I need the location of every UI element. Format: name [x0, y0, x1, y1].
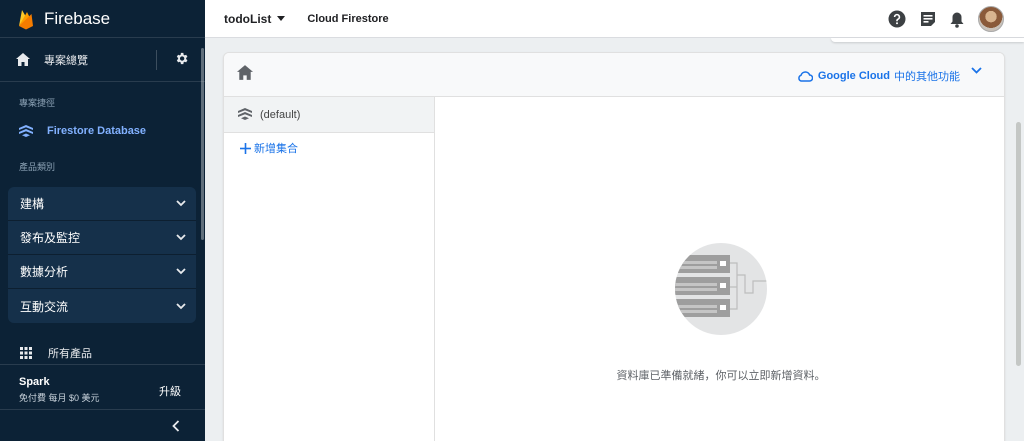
firestore-icon — [19, 124, 33, 138]
empty-database-illustration — [673, 241, 769, 337]
sidebar-item-firestore[interactable]: Firestore Database — [0, 120, 205, 142]
google-cloud-rest: 中的其他功能 — [894, 71, 960, 83]
database-label: (default) — [260, 108, 301, 121]
firestore-icon — [238, 108, 252, 121]
chevron-down-icon — [176, 268, 186, 275]
sidebar: Firebase 專案總覽 專案捷徑 Firestore Database 產品… — [0, 0, 205, 441]
sidebar-item-release-monitor[interactable]: 發布及監控 — [8, 221, 196, 255]
avatar[interactable] — [978, 6, 1004, 32]
category-label: 數據分析 — [20, 265, 69, 279]
caret-down-icon — [277, 16, 286, 21]
top-actions — [874, 6, 1004, 32]
grid-icon — [20, 347, 32, 359]
plus-icon — [240, 142, 251, 154]
divider — [156, 50, 157, 70]
all-products-label: 所有產品 — [48, 348, 92, 360]
empty-state-message: 資料庫已準備就緒，你可以立即新增資料。 — [616, 370, 826, 382]
project-overview-label: 專案總覽 — [44, 54, 88, 67]
project-overview[interactable]: 專案總覽 — [0, 38, 205, 82]
chevron-down-icon[interactable] — [971, 67, 982, 74]
add-collection-button[interactable]: 新增集合 — [224, 133, 434, 163]
home-icon — [16, 53, 30, 66]
categories-heading: 產品類別 — [19, 162, 56, 172]
sidebar-item-all-products[interactable]: 所有產品 — [0, 342, 205, 364]
empty-state: 資料庫已準備就緒，你可以立即新增資料。 — [436, 97, 1004, 441]
help-icon[interactable] — [888, 10, 906, 28]
google-cloud-link[interactable]: Google Cloud 中的其他功能 — [797, 68, 960, 84]
plan-panel: Spark 免付費 每月 $0 美元 升級 — [0, 364, 205, 410]
tab-notch — [831, 38, 1024, 42]
sidebar-scrollbar[interactable] — [201, 48, 204, 240]
category-label: 發布及監控 — [20, 231, 81, 245]
sidebar-item-engage[interactable]: 互動交流 — [8, 289, 196, 323]
category-group: 建構 發布及監控 數據分析 互動交流 — [8, 187, 196, 323]
project-name: todoList — [224, 11, 272, 26]
category-label: 建構 — [20, 197, 45, 211]
bell-icon[interactable] — [950, 11, 964, 28]
sidebar-item-firestore-label: Firestore Database — [47, 125, 147, 137]
firestore-panel: Google Cloud 中的其他功能 (default) 新增集合 資料庫已準… — [223, 52, 1005, 441]
release-notes-icon[interactable] — [920, 11, 936, 27]
chevron-down-icon — [176, 302, 186, 310]
database-item-default[interactable]: (default) — [224, 97, 434, 133]
firebase-flame-icon — [18, 8, 34, 30]
category-label: 互動交流 — [20, 299, 69, 314]
database-list-panel: (default) 新增集合 — [224, 97, 435, 441]
upgrade-button[interactable]: 升級 — [159, 383, 181, 399]
home-icon[interactable] — [237, 65, 253, 80]
sidebar-item-build[interactable]: 建構 — [8, 187, 196, 221]
google-cloud-strong: Google Cloud — [817, 70, 890, 82]
top-bar: todoList Cloud Firestore — [205, 0, 1024, 38]
chevron-left-icon[interactable] — [172, 420, 180, 432]
app-title: Firebase — [44, 8, 111, 28]
sidebar-item-analytics[interactable]: 數據分析 — [8, 255, 196, 289]
main-scrollbar[interactable] — [1016, 122, 1021, 366]
project-selector[interactable]: todoList — [224, 11, 286, 26]
gear-icon[interactable] — [174, 51, 189, 66]
chevron-down-icon — [176, 200, 186, 207]
add-collection-label: 新增集合 — [254, 143, 298, 155]
brand[interactable]: Firebase — [0, 0, 205, 38]
cloud-icon — [797, 70, 813, 82]
chevron-down-icon — [176, 234, 186, 241]
shortcuts-heading: 專案捷徑 — [19, 98, 56, 108]
product-name: Cloud Firestore — [307, 12, 389, 25]
panel-header: Google Cloud 中的其他功能 — [224, 53, 1004, 97]
